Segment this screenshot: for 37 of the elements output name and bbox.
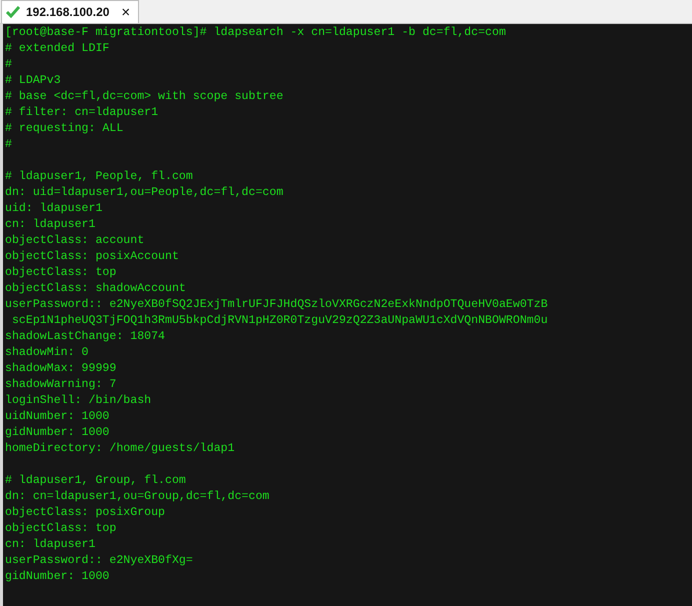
terminal-line: gidNumber: 1000 [5,569,110,585]
terminal-line: # ldapuser1, Group, fl.com [5,473,186,489]
close-icon[interactable]: × [121,4,130,20]
terminal-line: gidNumber: 1000 [5,425,110,441]
terminal-line: objectClass: top [5,521,116,537]
terminal-line: objectClass: top [5,265,116,281]
terminal-line: objectClass: shadowAccount [5,281,186,297]
terminal-line: dn: cn=ldapuser1,ou=Group,dc=fl,dc=com [5,489,270,505]
terminal-line: [root@base-F migrationtools]# ldapsearch -x cn=ldapuser1 -b dc=fl,dc=com [5,25,506,41]
terminal-line: objectClass: account [5,233,144,249]
terminal-line: # [5,57,12,73]
terminal-line: # LDAPv3 [5,73,61,89]
terminal-line: # [5,137,12,153]
terminal-line: homeDirectory: /home/guests/ldap1 [5,441,235,457]
terminal-line: objectClass: posixGroup [5,505,166,521]
terminal-line: uidNumber: 1000 [5,409,110,425]
check-icon [6,6,20,18]
terminal-line: dn: uid=ldapuser1,ou=People,dc=fl,dc=com [5,185,284,201]
terminal-line: shadowWarning: 7 [5,377,116,393]
terminal-line: uid: ldapuser1 [5,201,102,217]
session-tab[interactable]: 192.168.100.20 × [1,0,140,23]
terminal-line: shadowMin: 0 [5,345,88,361]
terminal-line: # filter: cn=ldapuser1 [5,105,158,121]
terminal-line: scEp1N1pheUQ3TjFOQ1h3RmU5bkpCdjRVN1pHZ0R0TzguV29zQ2Z3aUNpaWU1cXdVQnNBOWRONm0u [10,313,548,329]
tab-label: 192.168.100.20 [26,5,110,19]
terminal-line: # base <dc=fl,dc=com> with scope subtree [5,89,284,105]
terminal-line: shadowMax: 99999 [5,361,116,377]
terminal-line: loginShell: /bin/bash [5,393,152,409]
terminal-line: # requesting: ALL [5,121,124,137]
terminal-line: # ldapuser1, People, fl.com [5,169,193,185]
terminal-line: # extended LDIF [5,41,110,57]
terminal-line: objectClass: posixAccount [5,249,179,265]
terminal-line: cn: ldapuser1 [5,217,96,233]
terminal-line: shadowLastChange: 18074 [5,329,166,345]
terminal-line: userPassword:: e2NyeXB0fSQ2JExjTmlrUFJFJHdQSzloVXRGczN2eExkNndpOTQueHV0aEw0TzB [5,297,548,313]
terminal-line: userPassword:: e2NyeXB0fXg= [5,553,193,569]
terminal-line: cn: ldapuser1 [5,537,96,553]
